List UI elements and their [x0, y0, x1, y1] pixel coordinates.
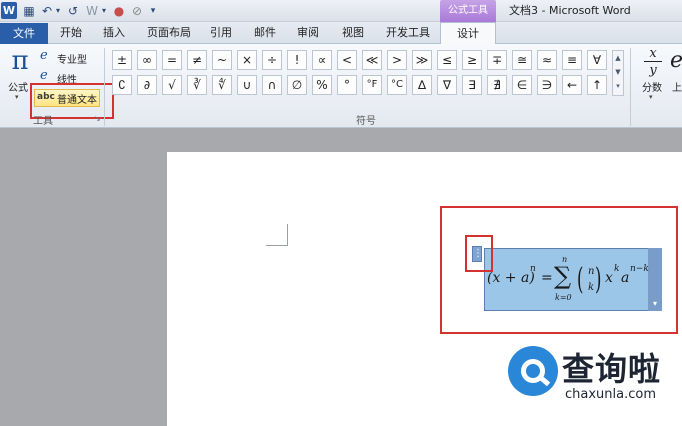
color-icon[interactable]: ●: [112, 3, 126, 19]
symbol-less-equal[interactable]: ≤: [437, 50, 457, 70]
symbol-times[interactable]: ×: [237, 50, 257, 70]
fraction-numerator: x: [649, 46, 657, 61]
symbol-intersection[interactable]: ∩: [262, 75, 282, 95]
symbol-infinity[interactable]: ∞: [137, 50, 157, 70]
undo-icon[interactable]: ↶: [40, 3, 54, 19]
margin-corner-mark: [266, 245, 288, 246]
fraction-dropdown-icon[interactable]: ▾: [649, 93, 653, 101]
symbol-tilde[interactable]: ~: [212, 50, 232, 70]
watermark-text: 查询啦: [562, 350, 662, 388]
equation-tools-header: 公式工具: [440, 0, 496, 22]
tab-insert[interactable]: 插入: [95, 22, 133, 43]
symbol-partial[interactable]: ∂: [137, 75, 157, 95]
symbol-increment[interactable]: ∆: [412, 75, 432, 95]
formula-button-label[interactable]: 公式: [8, 79, 28, 94]
symbol-approx[interactable]: ≈: [537, 50, 557, 70]
tab-view[interactable]: 视图: [335, 22, 371, 43]
tab-page-layout[interactable]: 页面布局: [140, 22, 198, 43]
tab-developer[interactable]: 开发工具: [378, 22, 438, 43]
symbol-complement[interactable]: ∁: [112, 75, 132, 95]
watermark-url: chaxunla.com: [565, 387, 656, 402]
symbol-factorial[interactable]: !: [287, 50, 307, 70]
symbol-identical[interactable]: ≡: [562, 50, 582, 70]
symbol-empty-set[interactable]: ∅: [287, 75, 307, 95]
save-icon[interactable]: ▦: [22, 3, 36, 19]
formula-dropdown-icon[interactable]: ▾: [15, 93, 19, 101]
fraction-button-label[interactable]: 分数: [642, 79, 662, 94]
symbol-left-arrow[interactable]: ←: [562, 75, 582, 95]
symbol-up-arrow[interactable]: ↑: [587, 75, 607, 95]
symbol-less-than[interactable]: <: [337, 50, 357, 70]
symbol-fourth-root[interactable]: ∜: [212, 75, 232, 95]
script-button-label[interactable]: 上: [672, 79, 682, 94]
symbol-much-greater[interactable]: ≫: [412, 50, 432, 70]
group-separator: [630, 48, 631, 126]
fraction-icon[interactable]: x y: [642, 46, 664, 78]
symbol-sqrt[interactable]: √: [162, 75, 182, 95]
dropdown-arrow-icon[interactable]: ▾: [54, 3, 62, 19]
professional-button[interactable]: 专业型: [57, 51, 87, 66]
margin-corner-mark: [287, 224, 288, 246]
tab-mailings[interactable]: 邮件: [247, 22, 283, 43]
symbol-proportional[interactable]: ∝: [312, 50, 332, 70]
repeat-icon[interactable]: W: [84, 3, 100, 19]
tab-design[interactable]: 设计: [440, 22, 496, 44]
dropdown-arrow-icon[interactable]: ▾: [100, 3, 108, 19]
symbol-minus-plus[interactable]: ∓: [487, 50, 507, 70]
symbols-scrollbar[interactable]: ▲ ▼ ▾: [612, 50, 624, 96]
symbol-exists[interactable]: ∃: [462, 75, 482, 95]
script-icon[interactable]: e: [670, 48, 682, 73]
symbol-contains[interactable]: ∋: [537, 75, 557, 95]
window-title: 文档3 - Microsoft Word: [509, 4, 631, 17]
symbol-not-exists[interactable]: ∄: [487, 75, 507, 95]
symbol-element-of[interactable]: ∈: [512, 75, 532, 95]
no-format-icon[interactable]: ⊘: [130, 3, 144, 19]
symbol-greater-equal[interactable]: ≥: [462, 50, 482, 70]
symbols-group-label: 符号: [356, 116, 376, 127]
tools-group-label: 工具: [33, 116, 53, 127]
symbol-much-less[interactable]: ≪: [362, 50, 382, 70]
symbol-greater-than[interactable]: >: [387, 50, 407, 70]
linear-icon[interactable]: e: [40, 68, 48, 83]
symbol-for-all[interactable]: ∀: [587, 50, 607, 70]
symbol-celsius[interactable]: °C: [387, 75, 407, 95]
redo-icon[interactable]: ↺: [66, 3, 80, 19]
dialog-launcher-icon[interactable]: ↘: [94, 114, 101, 123]
symbol-cube-root[interactable]: ∛: [187, 75, 207, 95]
symbol-equals[interactable]: =: [162, 50, 182, 70]
symbol-union[interactable]: ∪: [237, 75, 257, 95]
group-separator: [104, 48, 105, 126]
fraction-bar: [644, 61, 662, 62]
tab-home[interactable]: 开始: [52, 22, 90, 43]
symbol-fahrenheit[interactable]: °F: [362, 75, 382, 95]
symbol-nabla[interactable]: ∇: [437, 75, 457, 95]
symbol-divide[interactable]: ÷: [262, 50, 282, 70]
formula-icon[interactable]: π: [8, 46, 32, 76]
symbol-percent[interactable]: %: [312, 75, 332, 95]
tab-references[interactable]: 引用: [203, 22, 239, 43]
tab-file[interactable]: 文件: [0, 23, 48, 44]
symbol-degree[interactable]: °: [337, 75, 357, 95]
symbol-plus-minus[interactable]: ±: [112, 50, 132, 70]
highlight-box-handle: [465, 235, 493, 272]
fraction-denominator: y: [649, 63, 657, 78]
word-app-icon[interactable]: W: [1, 2, 17, 19]
symbol-congruent[interactable]: ≅: [512, 50, 532, 70]
symbol-not-equal[interactable]: ≠: [187, 50, 207, 70]
tab-review[interactable]: 审阅: [290, 22, 326, 43]
customize-icon[interactable]: ▾: [148, 3, 158, 19]
professional-icon[interactable]: e: [40, 48, 48, 63]
